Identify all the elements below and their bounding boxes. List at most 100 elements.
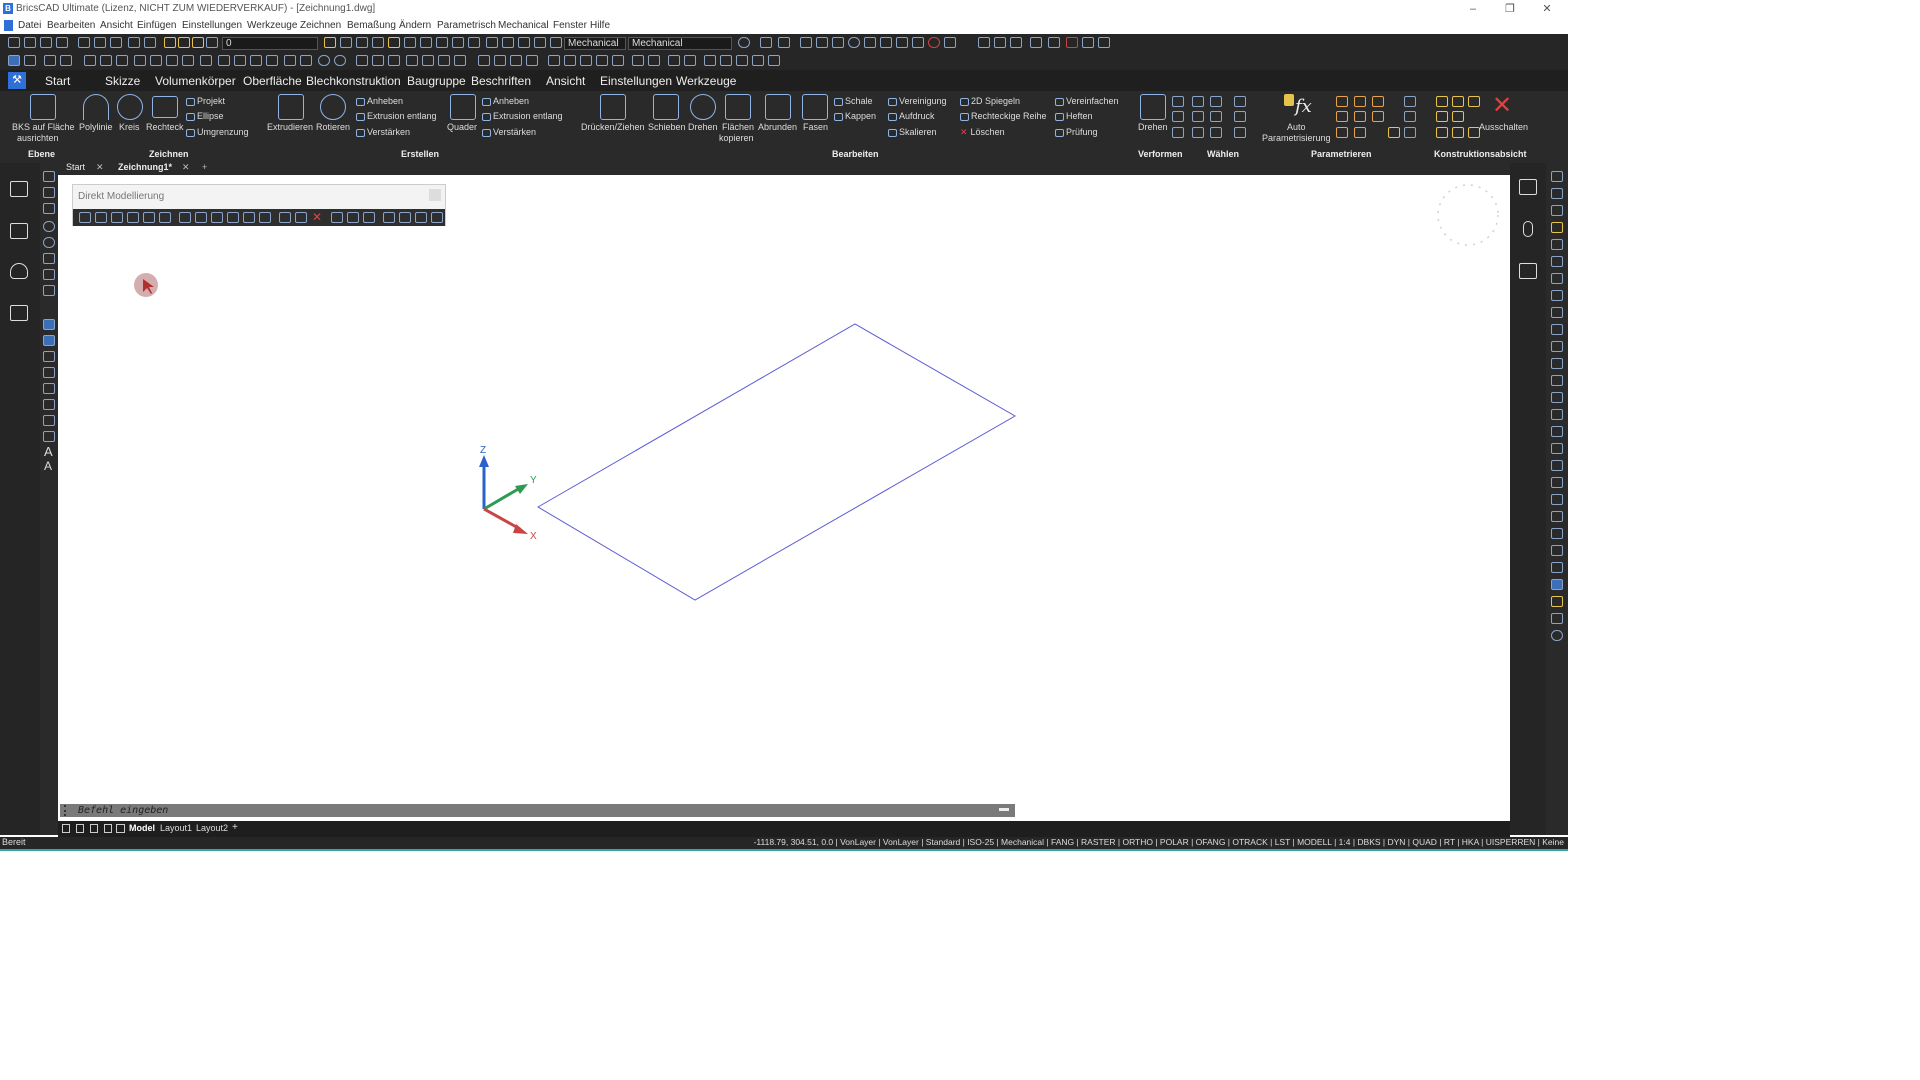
- druecken-ziehen-button[interactable]: Drücken/Ziehen: [581, 122, 645, 132]
- draw-table-icon[interactable]: [43, 431, 55, 442]
- dm-19-icon[interactable]: [399, 212, 411, 223]
- tab-blechkonstruktion[interactable]: Blechkonstruktion: [306, 74, 401, 88]
- ellipse-button[interactable]: Ellipse: [186, 111, 224, 121]
- ribbon-app-icon[interactable]: ⚒: [8, 72, 26, 89]
- menu-bemassung[interactable]: Bemaßung: [347, 20, 396, 31]
- workspace-icon[interactable]: [550, 37, 562, 48]
- dm-5-icon[interactable]: [143, 212, 155, 223]
- menu-einstellungen[interactable]: Einstellungen: [182, 20, 242, 31]
- interfere-icon[interactable]: [284, 55, 296, 66]
- layer-off-icon[interactable]: [404, 37, 416, 48]
- mtext-icon[interactable]: A: [44, 459, 52, 473]
- constraint-2-icon[interactable]: [1336, 111, 1348, 122]
- kappen-button[interactable]: Kappen: [834, 111, 876, 121]
- rstrip-23-icon[interactable]: [1551, 545, 1563, 556]
- verstaerken2-button[interactable]: Verstärken: [482, 127, 536, 137]
- umgrenzung-button[interactable]: Umgrenzung: [186, 127, 249, 137]
- dm-15-icon[interactable]: [331, 212, 343, 223]
- first-layout-icon[interactable]: [62, 824, 70, 833]
- tab-oberflaeche[interactable]: Oberfläche: [243, 74, 302, 88]
- rechteckige-reihe-button[interactable]: Rechteckige Reihe: [960, 111, 1047, 121]
- mesh-icon[interactable]: [548, 55, 560, 66]
- menu-mechanical[interactable]: Mechanical: [498, 20, 549, 31]
- preview-icon[interactable]: [110, 37, 122, 48]
- anheben2-button[interactable]: Anheben: [482, 96, 529, 106]
- draw-region-icon[interactable]: [43, 351, 55, 362]
- rstrip-11-icon[interactable]: [1551, 341, 1563, 352]
- projekt-button[interactable]: Projekt: [186, 96, 225, 106]
- last-layout-icon[interactable]: [104, 824, 112, 833]
- rstrip-26-icon[interactable]: [1551, 596, 1563, 607]
- offset-face-icon[interactable]: [388, 55, 400, 66]
- view-cube-icon[interactable]: [420, 37, 432, 48]
- attach-icon[interactable]: [502, 37, 514, 48]
- constraint-6-icon[interactable]: [1354, 127, 1366, 138]
- dm-13-icon[interactable]: [279, 212, 291, 223]
- select-edge-icon[interactable]: [1172, 111, 1184, 122]
- dm-11-icon[interactable]: [243, 212, 255, 223]
- draw-arc-icon[interactable]: [43, 187, 55, 198]
- print-icon[interactable]: [78, 37, 90, 48]
- doc-tab-drawing[interactable]: Zeichnung1*: [118, 162, 172, 172]
- draw-block-icon[interactable]: [43, 415, 55, 426]
- solid-cone-icon[interactable]: [60, 55, 72, 66]
- abrunden-button[interactable]: Abrunden: [758, 122, 797, 132]
- table-icon[interactable]: [10, 305, 28, 321]
- 3d-model-icon[interactable]: [10, 181, 28, 197]
- draw-rect-icon[interactable]: [43, 203, 55, 214]
- tab-beschriften[interactable]: Beschriften: [471, 74, 531, 88]
- rstrip-14-icon[interactable]: [1551, 392, 1563, 403]
- rstrip-8-icon[interactable]: [1551, 290, 1563, 301]
- mesh-split-icon[interactable]: [612, 55, 624, 66]
- anheben-button[interactable]: Anheben: [356, 96, 403, 106]
- layout-tab-add[interactable]: +: [232, 822, 238, 833]
- dm-4-icon[interactable]: [127, 212, 139, 223]
- imprint-icon[interactable]: [478, 55, 490, 66]
- floating-toolbar-close[interactable]: [429, 189, 441, 201]
- constraint-3-icon[interactable]: [1336, 127, 1348, 138]
- vereinigung-button[interactable]: Vereinigung: [888, 96, 947, 106]
- fillet-edge-icon[interactable]: [356, 55, 368, 66]
- design-intent-2-icon[interactable]: [1452, 96, 1464, 107]
- open-file-icon[interactable]: [24, 37, 36, 48]
- schieben-button[interactable]: Schieben: [648, 122, 686, 132]
- osnap-none-icon[interactable]: [994, 37, 1006, 48]
- solid-box-icon[interactable]: [8, 55, 20, 66]
- dm-12-icon[interactable]: [259, 212, 271, 223]
- constraint-7-icon[interactable]: [1372, 96, 1384, 107]
- osnap-nearest-icon[interactable]: [944, 37, 956, 48]
- rstrip-25-icon[interactable]: [1551, 579, 1563, 590]
- snap-icon[interactable]: [760, 37, 772, 48]
- app-menu-icon[interactable]: [4, 20, 13, 31]
- surface-sculpt-icon[interactable]: [752, 55, 764, 66]
- select-bosses-icon[interactable]: [1234, 111, 1246, 122]
- polylinie-button[interactable]: Polylinie: [79, 122, 113, 132]
- mesh-crease-icon[interactable]: [596, 55, 608, 66]
- rstrip-13-icon[interactable]: [1551, 375, 1563, 386]
- extrusion-entlang-button[interactable]: Extrusion entlang: [356, 111, 437, 121]
- solid-torus-icon[interactable]: [100, 55, 112, 66]
- text-icon[interactable]: A: [44, 444, 53, 459]
- parametrisierung-button[interactable]: Parametrisierung: [1262, 133, 1331, 143]
- cylinder-icon[interactable]: [334, 55, 346, 66]
- constraint-1-icon[interactable]: [1336, 96, 1348, 107]
- boundary-icon[interactable]: [1098, 37, 1110, 48]
- auto-label[interactable]: Auto: [1287, 122, 1306, 132]
- draw-circle2-icon[interactable]: [43, 237, 55, 248]
- polyline-icon[interactable]: [83, 94, 109, 120]
- dm-delete-icon[interactable]: ✕: [312, 210, 322, 224]
- workspace-dropdown[interactable]: Mechanical: [564, 37, 626, 50]
- select-similar-icon[interactable]: [1192, 96, 1204, 107]
- verformen-drehen-button[interactable]: Drehen: [1138, 122, 1168, 132]
- loft-icon[interactable]: [182, 55, 194, 66]
- select-logos-icon[interactable]: [1234, 127, 1246, 138]
- surface-network-icon[interactable]: [768, 55, 780, 66]
- design-intent-7-icon[interactable]: [1452, 127, 1464, 138]
- layer-dropdown[interactable]: 0: [222, 37, 318, 50]
- menu-hilfe[interactable]: Hilfe: [590, 20, 610, 31]
- tab-volumenkoerper[interactable]: Volumenkörper: [155, 74, 236, 88]
- move-icon[interactable]: [653, 94, 679, 120]
- visual-style-dropdown[interactable]: Mechanical: [628, 37, 732, 50]
- check-icon[interactable]: [526, 55, 538, 66]
- extrusion-entlang2-button[interactable]: Extrusion entlang: [482, 111, 563, 121]
